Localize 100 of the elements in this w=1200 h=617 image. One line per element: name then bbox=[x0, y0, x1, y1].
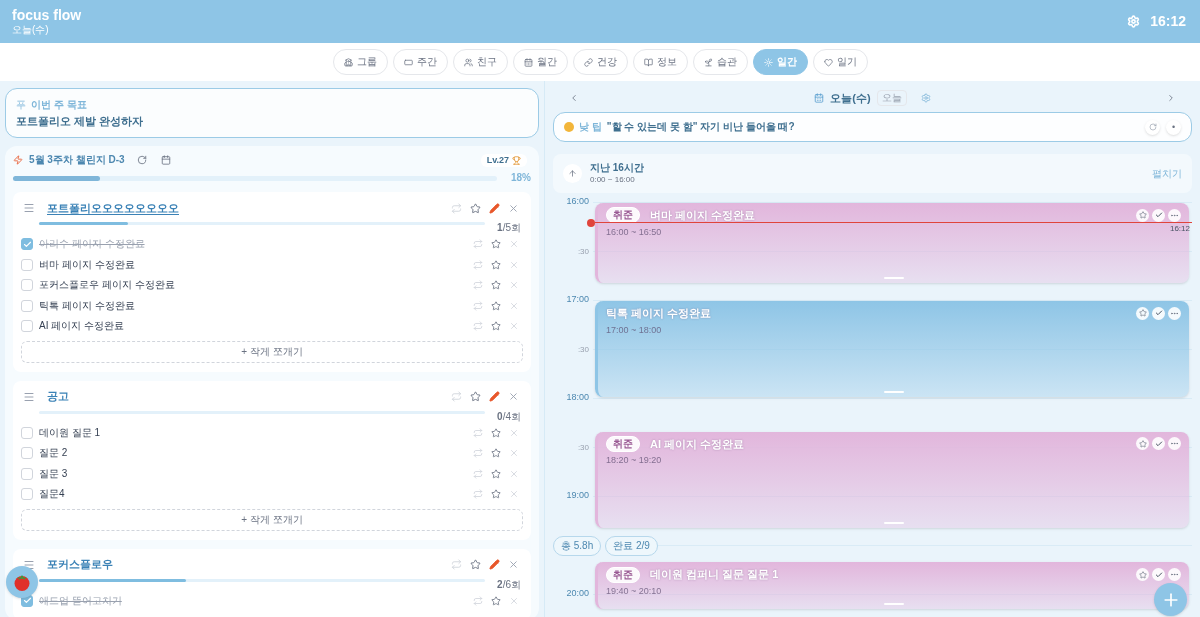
star-icon[interactable] bbox=[491, 259, 501, 270]
star-icon[interactable] bbox=[470, 559, 481, 570]
repeat-icon[interactable] bbox=[473, 280, 483, 291]
drag-handle-icon[interactable] bbox=[23, 390, 35, 403]
repeat-icon[interactable] bbox=[473, 595, 483, 606]
task-checkbox[interactable] bbox=[21, 320, 33, 333]
delete-icon[interactable] bbox=[509, 468, 519, 479]
star-icon[interactable] bbox=[491, 300, 501, 311]
refresh-icon[interactable] bbox=[136, 155, 147, 165]
delete-icon[interactable] bbox=[509, 259, 519, 270]
star-icon[interactable] bbox=[491, 427, 501, 438]
star-icon[interactable] bbox=[491, 468, 501, 479]
repeat-icon[interactable] bbox=[473, 489, 483, 500]
delete-icon[interactable] bbox=[509, 427, 519, 438]
pencil-icon[interactable] bbox=[489, 391, 500, 402]
repeat-icon[interactable] bbox=[473, 448, 483, 459]
repeat-icon[interactable] bbox=[473, 468, 483, 479]
star-icon[interactable] bbox=[491, 595, 501, 606]
task-checkbox[interactable] bbox=[21, 238, 33, 251]
star-button[interactable] bbox=[1136, 306, 1149, 320]
pencil-icon[interactable] bbox=[489, 559, 500, 570]
close-icon[interactable] bbox=[508, 391, 519, 402]
repeat-icon[interactable] bbox=[451, 559, 462, 570]
refresh-icon bbox=[1148, 123, 1157, 131]
settings-icon[interactable] bbox=[920, 93, 931, 103]
resize-handle[interactable] bbox=[883, 603, 904, 606]
project-title[interactable]: 포커스플로우 bbox=[47, 559, 113, 570]
delete-icon[interactable] bbox=[509, 239, 519, 250]
next-day-icon[interactable] bbox=[1166, 93, 1176, 103]
repeat-icon[interactable] bbox=[473, 259, 483, 270]
repeat-icon[interactable] bbox=[473, 239, 483, 250]
star-button[interactable] bbox=[1136, 437, 1149, 451]
refresh-button[interactable] bbox=[1145, 119, 1160, 135]
nav-tab[interactable]: 월간 bbox=[512, 49, 568, 75]
task-checkbox[interactable] bbox=[21, 258, 33, 271]
nav-tab[interactable]: 주간 bbox=[392, 49, 448, 75]
task-text: 아리수 페이지 수정완료 bbox=[39, 239, 145, 250]
repeat-icon[interactable] bbox=[473, 300, 483, 311]
delete-icon[interactable] bbox=[509, 448, 519, 459]
add-subtask-button[interactable]: + 작게 쪼개기 bbox=[21, 340, 523, 363]
task-checkbox[interactable] bbox=[21, 488, 33, 501]
nav-tab[interactable]: 친구 bbox=[452, 49, 508, 75]
task-checkbox[interactable] bbox=[21, 426, 33, 439]
add-subtask-button[interactable]: + 작게 쪼개기 bbox=[21, 508, 523, 531]
delete-icon[interactable] bbox=[509, 321, 519, 332]
task-checkbox[interactable] bbox=[21, 279, 33, 292]
star-icon[interactable] bbox=[491, 280, 501, 291]
task-text: 질문 2 bbox=[39, 448, 68, 459]
delete-icon[interactable] bbox=[509, 595, 519, 606]
drag-handle-icon[interactable] bbox=[23, 202, 35, 214]
more-button[interactable] bbox=[1168, 306, 1181, 320]
task-checkbox[interactable] bbox=[21, 299, 33, 312]
resize-handle[interactable] bbox=[883, 276, 904, 279]
close-icon[interactable] bbox=[508, 202, 519, 214]
repeat-icon[interactable] bbox=[451, 391, 462, 402]
event-card[interactable]: 틱톡 페이지 수정완료 17:00 ~ 18:00 bbox=[595, 301, 1189, 397]
nav-tab[interactable]: 정보 bbox=[632, 49, 688, 75]
dismiss-button[interactable]: • bbox=[1166, 119, 1181, 135]
more-button[interactable] bbox=[1168, 208, 1181, 222]
repeat-icon[interactable] bbox=[473, 427, 483, 438]
project-title[interactable]: 포트폴리오오오오오오오오 bbox=[47, 202, 179, 214]
repeat-icon[interactable] bbox=[473, 321, 483, 332]
close-icon[interactable] bbox=[508, 559, 519, 570]
nav-tab[interactable]: 건강 bbox=[572, 49, 628, 75]
delete-icon[interactable] bbox=[509, 489, 519, 500]
collapse-button[interactable] bbox=[563, 164, 582, 183]
more-button[interactable] bbox=[1168, 437, 1181, 451]
complete-button[interactable] bbox=[1152, 437, 1165, 451]
pencil-icon[interactable] bbox=[489, 202, 500, 214]
drag-handle-icon[interactable] bbox=[23, 558, 35, 571]
star-icon[interactable] bbox=[491, 448, 501, 459]
star-icon[interactable] bbox=[491, 489, 501, 500]
project-title[interactable]: 공고 bbox=[47, 391, 69, 402]
event-card[interactable]: 취준 데이원 컴퍼니 질문 질문 1 19:40 ~ 20:10 bbox=[595, 562, 1189, 610]
star-icon[interactable] bbox=[470, 202, 481, 214]
complete-button[interactable] bbox=[1152, 208, 1165, 222]
delete-icon[interactable] bbox=[509, 280, 519, 291]
star-icon[interactable] bbox=[491, 321, 501, 332]
more-button[interactable] bbox=[1168, 568, 1181, 582]
previous-day-icon[interactable] bbox=[569, 93, 579, 103]
add-event-button[interactable] bbox=[1154, 583, 1187, 616]
resize-handle[interactable] bbox=[883, 391, 904, 393]
star-icon[interactable] bbox=[470, 391, 481, 402]
task-checkbox[interactable] bbox=[21, 447, 33, 460]
resize-handle[interactable] bbox=[883, 521, 904, 524]
goal-label: 이번 주 목표 bbox=[31, 99, 87, 110]
event-card[interactable]: 취준 AI 페이지 수정완료 18:20 ~ 19:20 bbox=[595, 431, 1189, 528]
repeat-icon[interactable] bbox=[451, 202, 462, 214]
complete-button[interactable] bbox=[1152, 568, 1165, 582]
delete-icon[interactable] bbox=[509, 300, 519, 311]
nav-tab[interactable]: 그룹 bbox=[332, 49, 388, 75]
time-label: 17:00 bbox=[566, 295, 589, 304]
star-button[interactable] bbox=[1136, 208, 1149, 222]
task-checkbox[interactable] bbox=[21, 467, 33, 480]
calendar-icon[interactable] bbox=[160, 155, 171, 165]
nav-tab[interactable]: 일기 bbox=[812, 49, 868, 75]
star-button[interactable] bbox=[1136, 568, 1149, 582]
nav-tab[interactable]: 습관 bbox=[692, 49, 748, 75]
star-icon[interactable] bbox=[491, 239, 501, 250]
complete-button[interactable] bbox=[1152, 306, 1165, 320]
